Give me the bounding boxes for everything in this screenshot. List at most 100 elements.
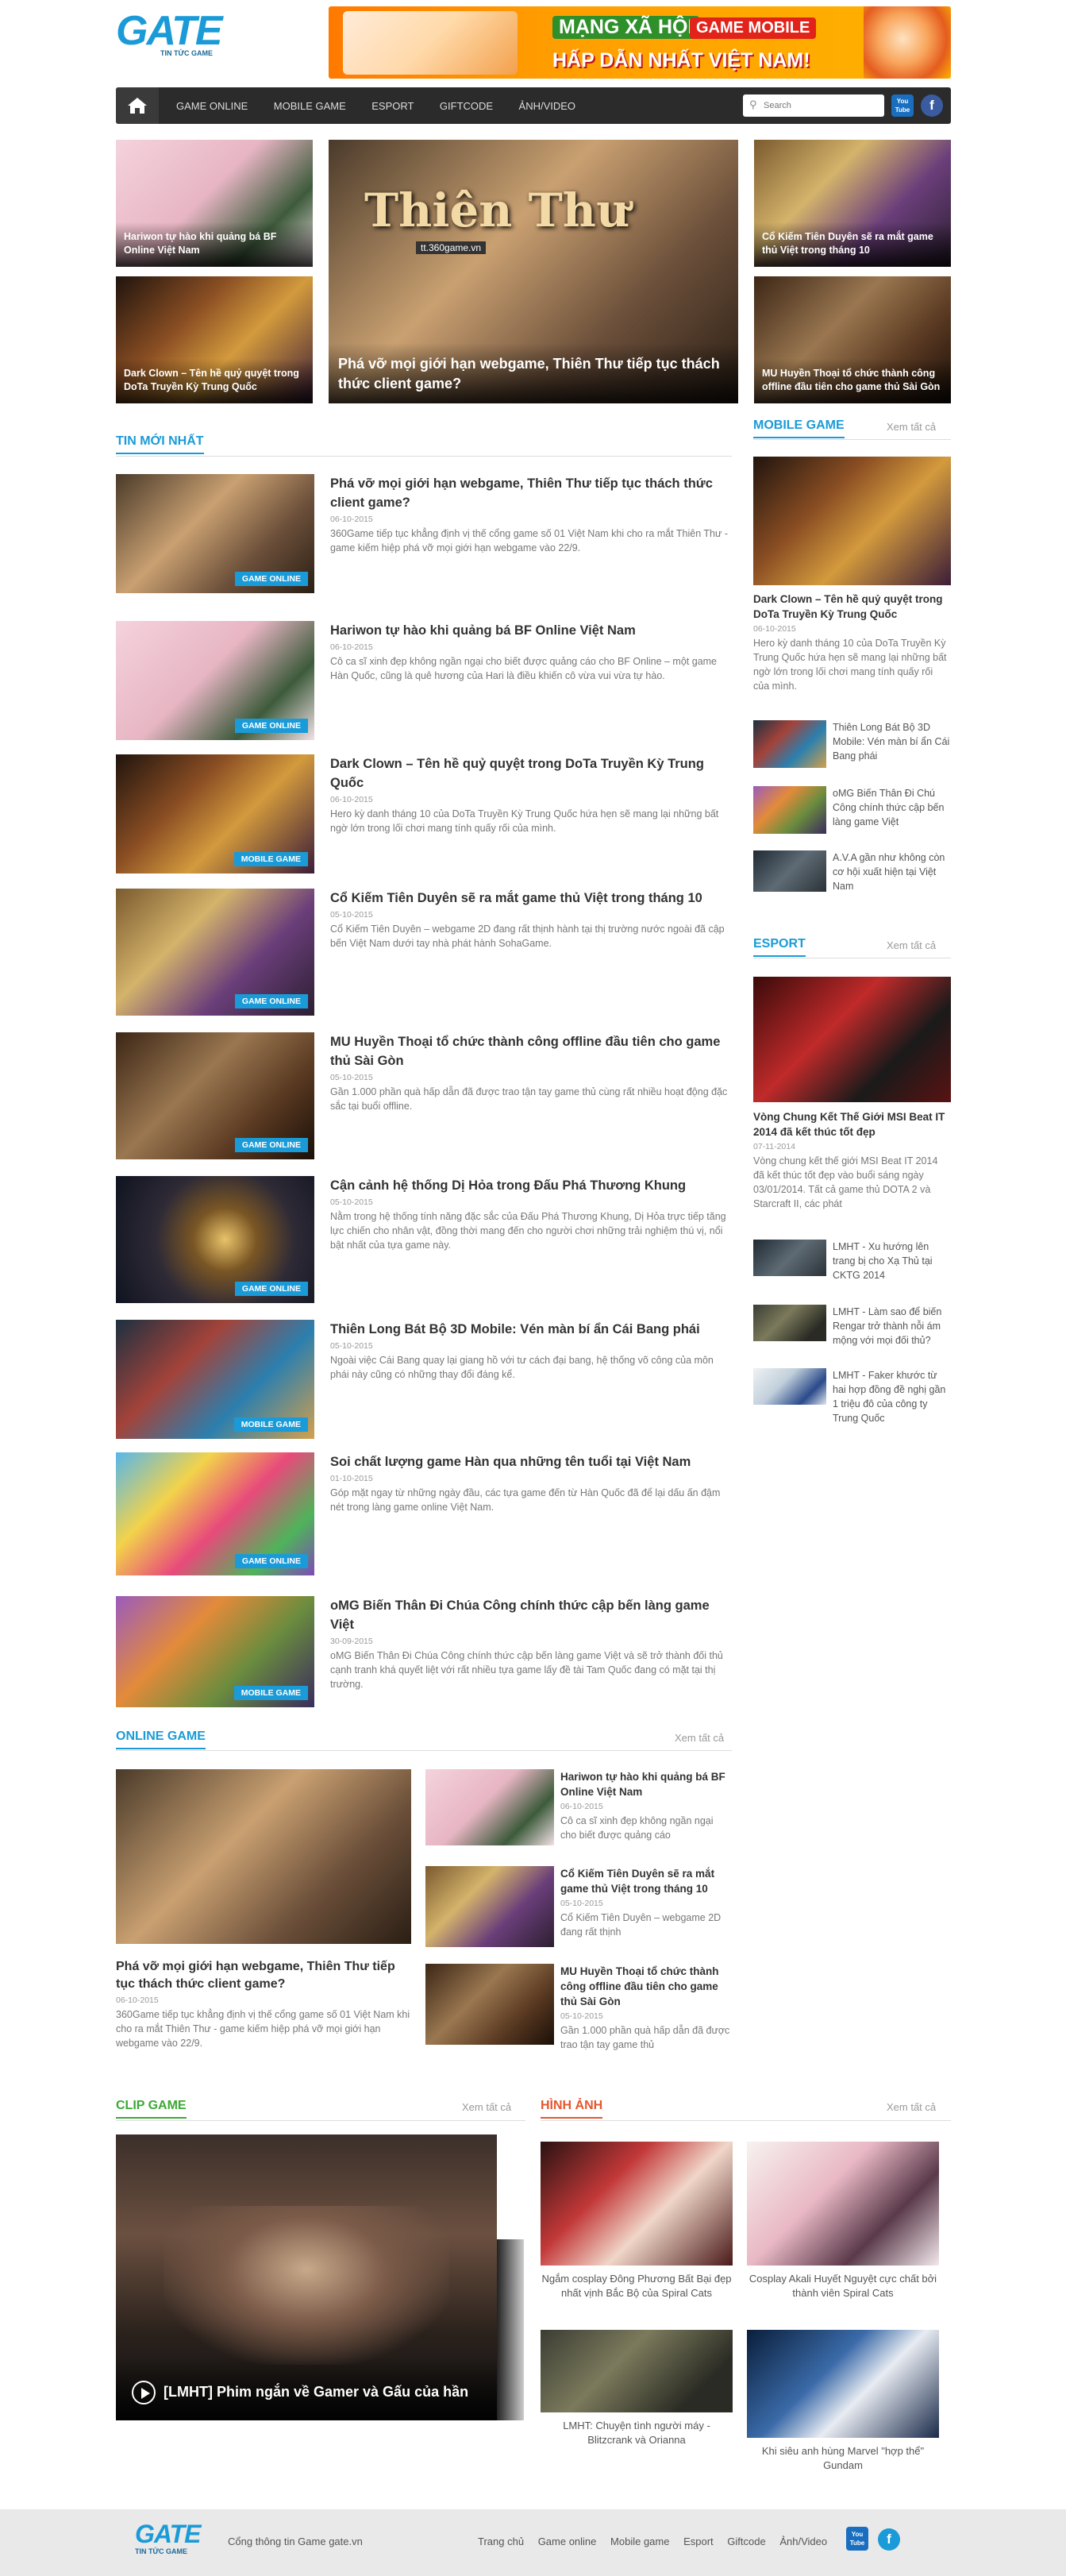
nav-mobile-game[interactable]: MOBILE GAME: [274, 100, 346, 112]
list-item[interactable]: GAME ONLINE Cổ Kiếm Tiên Duyên sẽ ra mắt…: [116, 889, 732, 1016]
photo-item[interactable]: Ngắm cosplay Đông Phương Bất Bại đẹp nhấ…: [541, 2142, 733, 2300]
article-thumbnail[interactable]: [425, 1866, 554, 1947]
list-item[interactable]: LMHT - Faker khước từ hai hợp đồng đề ng…: [753, 1368, 945, 1425]
footer-link-giftcode[interactable]: Giftcode: [727, 2536, 765, 2547]
list-item[interactable]: oMG Biến Thân Đi Chú Công chính thức cập…: [753, 786, 944, 835]
article-thumbnail[interactable]: MOBILE GAME: [116, 1596, 314, 1707]
footer-link-game-online[interactable]: Game online: [538, 2536, 597, 2547]
article-title[interactable]: Hariwon tự hào khi quảng bá BF Online Vi…: [560, 1769, 732, 1799]
list-item[interactable]: MU Huyền Thoại tổ chức thành công offlin…: [425, 1964, 732, 2051]
article-title[interactable]: Cổ Kiếm Tiên Duyên sẽ ra mắt game thủ Vi…: [330, 889, 732, 908]
article-title[interactable]: Vòng Chung Kết Thế Giới MSI Beat IT 2014…: [753, 1109, 951, 1140]
list-item[interactable]: GAME ONLINE Soi chất lượng game Hàn qua …: [116, 1452, 732, 1575]
article-title[interactable]: MU Huyền Thoại tổ chức thành công offlin…: [560, 1964, 732, 2009]
article-title[interactable]: Cổ Kiếm Tiên Duyên sẽ ra mắt game thủ Vi…: [560, 1866, 732, 1896]
list-item[interactable]: MOBILE GAME oMG Biến Thân Đi Chúa Công c…: [116, 1596, 732, 1707]
online-featured: Phá vỡ mọi giới hạn webgame, Thiên Thư t…: [116, 1958, 411, 2050]
article-title[interactable]: oMG Biến Thân Đi Chú Công chính thức cập…: [833, 786, 952, 829]
list-item[interactable]: GAME ONLINE Hariwon tự hào khi quảng bá …: [116, 621, 732, 740]
hero-left-1[interactable]: Hariwon tự hào khi quảng bá BF Online Vi…: [116, 140, 313, 267]
online-featured-image[interactable]: [116, 1769, 411, 1944]
article-title[interactable]: Thiên Long Bát Bộ 3D Mobile: Vén màn bí …: [330, 1320, 732, 1339]
article-thumbnail[interactable]: GAME ONLINE: [116, 621, 314, 740]
hero-right-2[interactable]: MU Huyền Thoại tổ chức thành công offlin…: [754, 276, 951, 403]
list-item[interactable]: GAME ONLINE Cận cảnh hệ thống Dị Hỏa tro…: [116, 1176, 732, 1303]
article-thumbnail[interactable]: [425, 1964, 554, 2045]
esport-featured-image[interactable]: [753, 977, 951, 1102]
hero-left-2[interactable]: Dark Clown – Tên hề quỷ quyệt trong DoTa…: [116, 276, 313, 403]
header: GATE TIN TỨC GAME MẠNG XÃ HỘI GAME MOBIL…: [116, 0, 951, 83]
clip-see-all[interactable]: Xem tất cả: [462, 2101, 511, 2113]
hero-main[interactable]: Thiên Thư tt.360game.vn Phá vỡ mọi giới …: [329, 140, 738, 403]
nav-photo-video[interactable]: ẢNH/VIDEO: [519, 100, 576, 112]
footer-link-home[interactable]: Trang chủ: [478, 2536, 524, 2547]
footer-logo[interactable]: GATE TIN TỨC GAME: [135, 2520, 214, 2560]
footer-link-esport[interactable]: Esport: [683, 2536, 714, 2547]
video-player[interactable]: [LMHT] Phim ngắn về Gamer và Gấu của hần: [116, 2134, 497, 2420]
article-title[interactable]: A.V.A gần như không còn cơ hội xuất hiện…: [833, 850, 952, 893]
list-item[interactable]: LMHT - Xu hướng lên trang bị cho Xạ Thủ …: [753, 1240, 944, 1289]
youtube-icon[interactable]: You Tube: [891, 94, 914, 117]
photo-caption[interactable]: Cosplay Akali Huyết Nguyệt cực chất bởi …: [747, 2272, 939, 2300]
article-thumbnail[interactable]: MOBILE GAME: [116, 754, 314, 873]
list-item[interactable]: Hariwon tự hào khi quảng bá BF Online Vi…: [425, 1769, 732, 1857]
article-title[interactable]: Thiên Long Bát Bộ 3D Mobile: Vén màn bí …: [833, 720, 952, 763]
article-thumbnail[interactable]: [425, 1769, 554, 1845]
mobile-see-all[interactable]: Xem tất cả: [887, 421, 936, 433]
article-title[interactable]: LMHT - Faker khước từ hai hợp đồng đề ng…: [833, 1368, 952, 1425]
play-icon[interactable]: [132, 2381, 156, 2404]
photo-caption[interactable]: LMHT: Chuyện tình người máy - Blitzcrank…: [541, 2419, 733, 2447]
facebook-icon[interactable]: f: [921, 94, 943, 117]
photo-item[interactable]: LMHT: Chuyện tình người máy - Blitzcrank…: [541, 2330, 733, 2447]
list-item[interactable]: GAME ONLINE MU Huyền Thoại tổ chức thành…: [116, 1032, 732, 1159]
article-title[interactable]: Soi chất lượng game Hàn qua những tên tu…: [330, 1452, 732, 1471]
article-title[interactable]: LMHT - Làm sao để biến Rengar trở thành …: [833, 1305, 952, 1348]
footer-tagline: Cổng thông tin Game gate.vn: [228, 2536, 363, 2547]
article-title[interactable]: Cận cảnh hệ thống Dị Hỏa trong Đấu Phá T…: [330, 1176, 732, 1195]
nav-game-online[interactable]: GAME ONLINE: [176, 100, 248, 112]
photo-see-all[interactable]: Xem tất cả: [887, 2101, 936, 2113]
photo-caption[interactable]: Khi siêu anh hùng Marvel "hợp thể" Gunda…: [747, 2444, 939, 2473]
online-see-all[interactable]: Xem tất cả: [675, 1732, 724, 1744]
video-title[interactable]: [LMHT] Phim ngắn về Gamer và Gấu của hần: [164, 2384, 468, 2401]
article-title[interactable]: Hariwon tự hào khi quảng bá BF Online Vi…: [330, 621, 732, 640]
footer-facebook-icon[interactable]: f: [878, 2528, 900, 2551]
article-title[interactable]: MU Huyền Thoại tổ chức thành công offlin…: [330, 1032, 732, 1070]
nav-giftcode[interactable]: GIFTCODE: [440, 100, 493, 112]
footer-link-photo-video[interactable]: Ảnh/Video: [779, 2536, 827, 2547]
list-item[interactable]: MOBILE GAME Thiên Long Bát Bộ 3D Mobile:…: [116, 1320, 732, 1439]
esport-see-all[interactable]: Xem tất cả: [887, 939, 936, 951]
list-item[interactable]: MOBILE GAME Dark Clown – Tên hề quỷ quyệ…: [116, 754, 732, 873]
logo[interactable]: GATE TIN TỨC GAME: [116, 10, 227, 65]
hero-right-1[interactable]: Cổ Kiếm Tiên Duyên sẽ ra mắt game thủ Vi…: [754, 140, 951, 267]
article-title[interactable]: Dark Clown – Tên hề quỷ quyệt trong DoTa…: [753, 592, 951, 622]
nav-esport[interactable]: ESPORT: [371, 100, 414, 112]
footer-youtube-icon[interactable]: You Tube: [846, 2527, 868, 2551]
article-thumbnail[interactable]: GAME ONLINE: [116, 474, 314, 593]
home-button[interactable]: [116, 87, 159, 124]
online-divider: [116, 1750, 732, 1751]
article-title[interactable]: Dark Clown – Tên hề quỷ quyệt trong DoTa…: [330, 754, 732, 792]
mobile-featured-image[interactable]: [753, 457, 951, 585]
list-item[interactable]: GAME ONLINE Phá vỡ mọi giới hạn webgame,…: [116, 474, 732, 593]
photo-item[interactable]: Cosplay Akali Huyết Nguyệt cực chất bởi …: [747, 2142, 939, 2300]
photo-item[interactable]: Khi siêu anh hùng Marvel "hợp thể" Gunda…: [747, 2330, 939, 2473]
article-title[interactable]: LMHT - Xu hướng lên trang bị cho Xạ Thủ …: [833, 1240, 952, 1282]
article-thumbnail[interactable]: GAME ONLINE: [116, 1176, 314, 1303]
clip-divider: [116, 2120, 525, 2121]
list-item[interactable]: A.V.A gần như không còn cơ hội xuất hiện…: [753, 850, 945, 900]
list-item[interactable]: Cổ Kiếm Tiên Duyên sẽ ra mắt game thủ Vi…: [425, 1866, 732, 1953]
article-thumbnail[interactable]: GAME ONLINE: [116, 1452, 314, 1575]
list-item[interactable]: Thiên Long Bát Bộ 3D Mobile: Vén màn bí …: [753, 720, 949, 769]
article-thumbnail[interactable]: GAME ONLINE: [116, 889, 314, 1016]
article-thumbnail[interactable]: MOBILE GAME: [116, 1320, 314, 1439]
article-thumbnail[interactable]: GAME ONLINE: [116, 1032, 314, 1159]
list-item[interactable]: LMHT - Làm sao để biến Rengar trở thành …: [753, 1305, 944, 1354]
footer-link-mobile-game[interactable]: Mobile game: [610, 2536, 669, 2547]
top-banner[interactable]: MẠNG XÃ HỘI GAME MOBILE HẤP DẪN NHẤT VIỆ…: [329, 6, 951, 79]
article-title[interactable]: oMG Biến Thân Đi Chúa Công chính thức cậ…: [330, 1596, 732, 1634]
article-title[interactable]: Phá vỡ mọi giới hạn webgame, Thiên Thư t…: [330, 474, 732, 512]
article-title[interactable]: Phá vỡ mọi giới hạn webgame, Thiên Thư t…: [116, 1958, 411, 1993]
search-input[interactable]: [764, 98, 879, 114]
photo-caption[interactable]: Ngắm cosplay Đông Phương Bất Bại đẹp nhấ…: [541, 2272, 733, 2300]
